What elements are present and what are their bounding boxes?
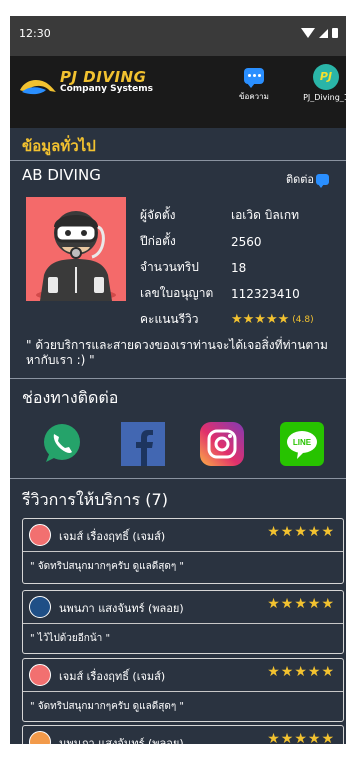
review-comment: " จัดทริปสนุกมากๆครับ ดูแลดีสุดๆ " (30, 701, 184, 712)
review-card[interactable]: นพนภา แสงจันทร์ (พลอย) ★★★★★ " ไว้ไปด้วย… (22, 590, 344, 654)
divider (10, 478, 346, 479)
shop-name: AB DIVING (22, 166, 101, 184)
chat-bubble-icon (244, 68, 264, 88)
review-stars: ★★★★★ (267, 731, 335, 744)
wifi-icon (301, 28, 315, 38)
rating-label: คะแนนรีวิว (140, 312, 199, 326)
status-icons (301, 28, 338, 38)
divider (23, 691, 343, 692)
reviewer-avatar (29, 731, 51, 744)
info-label: จำนวนทริป (140, 260, 199, 274)
reviewer-name: เจมส์ เรื่องฤทธิ์ (เจมส์) (59, 670, 166, 683)
pj-diving-logo-icon (20, 80, 56, 95)
brand-subtitle: Company Systems (60, 84, 153, 94)
signal-icon (319, 28, 328, 38)
divider (10, 160, 346, 161)
rating-row: คะแนนรีวิว ★★★★★ (4.8) (140, 310, 340, 329)
reviews-heading: รีวิวการให้บริการ (7) (22, 490, 168, 509)
review-card[interactable]: เจมส์ เรื่องฤทธิ์ (เจมส์) ★★★★★ " จัดทริ… (22, 658, 344, 722)
phone-screen: 12:30 PJ DIVING Company Systems ข้อความ … (10, 16, 346, 744)
review-stars: ★★★★★ (267, 664, 335, 680)
info-row: จำนวนทริป 18 (140, 258, 340, 277)
review-stars: ★★★★★ (267, 524, 335, 540)
info-label: ปีก่อตั้ง (140, 234, 176, 248)
reviewer-avatar (29, 524, 51, 546)
shop-quote: " ด้วยบริการและสายดวงของเราท่านจะได้เจอส… (26, 338, 328, 367)
shop-avatar (26, 197, 126, 301)
divider (10, 378, 346, 379)
reviewer-avatar (29, 664, 51, 686)
nav-profile-button[interactable]: PJ PJ_Diving_1 (298, 64, 346, 102)
facebook-icon[interactable] (121, 422, 165, 466)
info-row: เลขใบอนุญาต 112323410 (140, 284, 340, 303)
info-value: 112323410 (231, 286, 300, 301)
contact-heading: ช่องทางติดต่อ (22, 388, 119, 407)
status-time: 12:30 (19, 27, 51, 40)
contact-shop-button[interactable]: ติดต่อ (286, 170, 330, 188)
battery-icon (332, 28, 338, 38)
divider (23, 623, 343, 624)
line-icon[interactable]: LINE (280, 422, 324, 466)
review-card[interactable]: นพนภา แสงจันทร์ (พลอย) ★★★★★ (22, 725, 344, 744)
review-card[interactable]: เจมส์ เรื่องฤทธิ์ (เจมส์) ★★★★★ " จัดทริ… (22, 518, 344, 584)
nav-messages-button[interactable]: ข้อความ (234, 68, 274, 103)
reviewer-name: นพนภา แสงจันทร์ (พลอย) (59, 737, 184, 744)
info-value: 18 (231, 260, 247, 275)
rating-stars: ★★★★★ (231, 312, 290, 327)
review-comment: " จัดทริปสนุกมากๆครับ ดูแลดีสุดๆ " (30, 561, 184, 572)
info-value: 2560 (231, 234, 262, 249)
nav-messages-label: ข้อความ (239, 92, 269, 101)
info-row: ปีก่อตั้ง 2560 (140, 232, 340, 251)
profile-avatar: PJ (313, 64, 339, 90)
info-label: เลขใบอนุญาต (140, 286, 214, 300)
brand-block: PJ DIVING Company Systems (60, 68, 153, 94)
rating-score: (4.8) (292, 314, 314, 325)
app-header: PJ DIVING Company Systems ข้อความ PJ PJ_… (10, 56, 346, 128)
info-label: ผู้จัดตั้ง (140, 208, 176, 222)
reviewer-name: นพนภา แสงจันทร์ (พลอย) (59, 602, 184, 615)
diver-icon (36, 211, 116, 301)
general-heading: ข้อมูลทั่วไป (22, 137, 96, 155)
instagram-icon[interactable] (200, 422, 244, 466)
divider (23, 551, 343, 552)
contact-label: ติดต่อ (286, 173, 315, 186)
profile-label: PJ_Diving_1 (303, 93, 346, 102)
phone-icon[interactable] (40, 422, 84, 466)
status-bar: 12:30 (10, 16, 346, 56)
line-icon-text: LINE (293, 438, 312, 447)
info-value: เอเวิด บิลเกท (231, 208, 300, 222)
reviewer-name: เจมส์ เรื่องฤทธิ์ (เจมส์) (59, 530, 166, 543)
reviewer-avatar (29, 596, 51, 618)
review-stars: ★★★★★ (267, 596, 335, 612)
info-row: ผู้จัดตั้ง เอเวิด บิลเกท (140, 206, 340, 225)
chat-bubble-icon (316, 173, 330, 188)
review-comment: " ไว้ไปด้วยอีกน้า " (30, 633, 111, 644)
